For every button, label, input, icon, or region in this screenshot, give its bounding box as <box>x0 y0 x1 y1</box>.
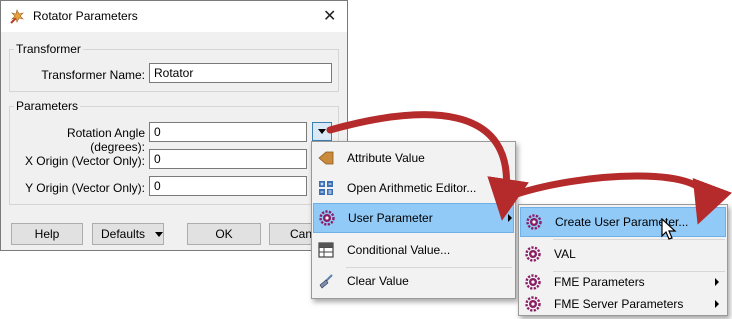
mouse-pointer-icon <box>661 218 677 240</box>
annotation-arrows <box>326 111 732 225</box>
annotation-arrow-to-create-user-parameter <box>501 172 732 225</box>
annotation-arrow-to-user-parameter <box>326 111 529 221</box>
